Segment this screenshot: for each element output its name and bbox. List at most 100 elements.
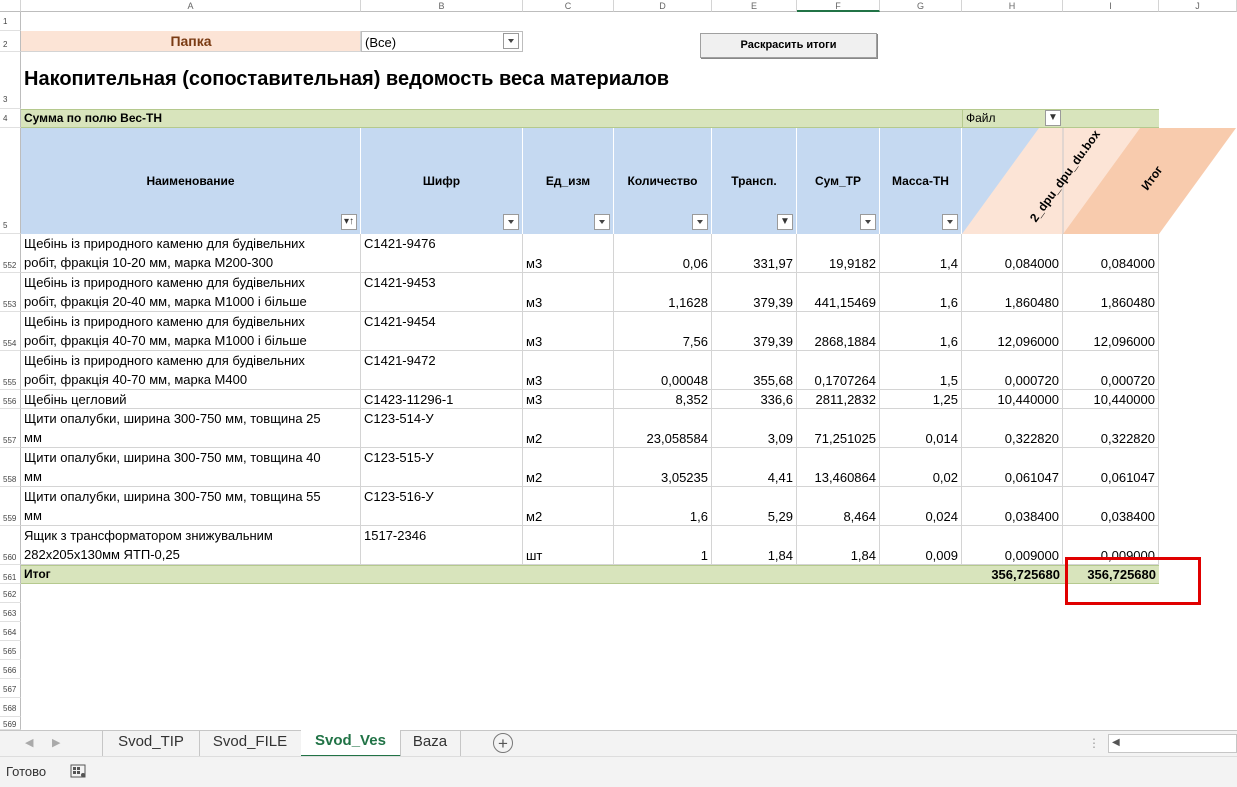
- tab-svod-ves[interactable]: Svod_Ves: [301, 730, 401, 758]
- cell-unit[interactable]: м3: [523, 351, 614, 390]
- cell-unit[interactable]: м3: [523, 312, 614, 351]
- row-header[interactable]: 562: [0, 584, 21, 603]
- row-header[interactable]: 569: [0, 717, 21, 730]
- row-header[interactable]: 4: [0, 109, 21, 128]
- cell-unit[interactable]: м2: [523, 448, 614, 487]
- scroll-left-icon[interactable]: ◀: [1112, 737, 1120, 748]
- cell-qty[interactable]: 7,56: [614, 312, 712, 351]
- row-header[interactable]: 557: [0, 409, 21, 448]
- horizontal-scrollbar[interactable]: ◀: [1108, 734, 1237, 753]
- scroll-tabs-left-icon[interactable]: ◀: [25, 736, 33, 749]
- cell-code[interactable]: С1421-9472: [361, 351, 523, 390]
- col-header-j[interactable]: J: [1159, 0, 1237, 12]
- cell-unit[interactable]: м3: [523, 390, 614, 409]
- cell-name[interactable]: Щити опалубки, ширина 300-750 мм, товщин…: [21, 409, 361, 448]
- cell-mass[interactable]: 0,014: [880, 409, 962, 448]
- col-header-g[interactable]: G: [880, 0, 962, 12]
- quantity-dropdown-button[interactable]: [692, 214, 708, 230]
- cell-tr[interactable]: 336,6: [712, 390, 797, 409]
- row-header[interactable]: 1: [0, 12, 21, 31]
- cell-i[interactable]: 0,038400: [1063, 487, 1159, 526]
- tab-svod-file[interactable]: Svod_FILE: [199, 731, 302, 756]
- transport-filter-icon[interactable]: ▼: [777, 214, 793, 230]
- tab-svod-tip[interactable]: Svod_TIP: [103, 731, 200, 756]
- cell-tr[interactable]: 331,97: [712, 234, 797, 273]
- cell-i[interactable]: 0,061047: [1063, 448, 1159, 487]
- row-header[interactable]: 5: [0, 128, 21, 234]
- row-header[interactable]: 565: [0, 641, 21, 660]
- row-header[interactable]: 566: [0, 660, 21, 679]
- cell-tr[interactable]: 5,29: [712, 487, 797, 526]
- cell-name[interactable]: Ящик з трансформатором знижувальним 282х2…: [21, 526, 361, 565]
- cell-sum[interactable]: 0,1707264: [797, 351, 880, 390]
- cell-unit[interactable]: м3: [523, 234, 614, 273]
- col-header-b[interactable]: B: [361, 0, 523, 12]
- cell-unit[interactable]: м2: [523, 409, 614, 448]
- cell-unit[interactable]: м2: [523, 487, 614, 526]
- cell-h[interactable]: 0,000720: [962, 351, 1063, 390]
- total-value-file[interactable]: 356,725680: [962, 566, 1063, 583]
- row-header[interactable]: 568: [0, 698, 21, 717]
- macro-record-icon[interactable]: [70, 764, 86, 778]
- file-filter-icon[interactable]: ▼: [1045, 110, 1061, 126]
- col-header-e[interactable]: E: [712, 0, 797, 12]
- sort-filter-name-icon[interactable]: ▾↑: [341, 214, 357, 230]
- cell-qty[interactable]: 1,1628: [614, 273, 712, 312]
- cell-h[interactable]: 10,440000: [962, 390, 1063, 409]
- filter-value[interactable]: (Все): [361, 31, 523, 52]
- cell-sum[interactable]: 2811,2832: [797, 390, 880, 409]
- cell-h[interactable]: 12,096000: [962, 312, 1063, 351]
- cell-qty[interactable]: 1: [614, 526, 712, 565]
- row-header[interactable]: 3: [0, 52, 21, 109]
- row-header[interactable]: 2: [0, 31, 21, 52]
- code-dropdown-button[interactable]: [503, 214, 519, 230]
- cell-unit[interactable]: м3: [523, 273, 614, 312]
- cell-i[interactable]: 10,440000: [1063, 390, 1159, 409]
- cell-tr[interactable]: 355,68: [712, 351, 797, 390]
- spreadsheet-grid[interactable]: A B C D E F G H I J 1 2 Папка (Все) Раск…: [0, 0, 1237, 730]
- cell-tr[interactable]: 379,39: [712, 273, 797, 312]
- cell-qty[interactable]: 0,00048: [614, 351, 712, 390]
- cell-sum[interactable]: 8,464: [797, 487, 880, 526]
- tab-baza[interactable]: Baza: [400, 731, 461, 756]
- cell-qty[interactable]: 1,6: [614, 487, 712, 526]
- col-header-i[interactable]: I: [1063, 0, 1159, 12]
- cell-qty[interactable]: 8,352: [614, 390, 712, 409]
- cell-sum[interactable]: 19,9182: [797, 234, 880, 273]
- cell-mass[interactable]: 1,6: [880, 312, 962, 351]
- cell-sum[interactable]: 441,15469: [797, 273, 880, 312]
- cell-sum[interactable]: 1,84: [797, 526, 880, 565]
- color-totals-button[interactable]: Раскрасить итоги: [700, 33, 877, 58]
- cell-code[interactable]: 1517-2346: [361, 526, 523, 565]
- cell-code[interactable]: С123-516-У: [361, 487, 523, 526]
- cell-code[interactable]: С1421-9454: [361, 312, 523, 351]
- col-header-a[interactable]: A: [21, 0, 361, 12]
- cell-i[interactable]: 0,000720: [1063, 351, 1159, 390]
- cell-unit[interactable]: шт: [523, 526, 614, 565]
- add-sheet-icon[interactable]: +: [493, 733, 513, 753]
- cell-sum[interactable]: 2868,1884: [797, 312, 880, 351]
- cell-code[interactable]: С123-515-У: [361, 448, 523, 487]
- cell-mass[interactable]: 1,6: [880, 273, 962, 312]
- cell-mass[interactable]: 0,024: [880, 487, 962, 526]
- row-header[interactable]: 561: [0, 565, 21, 584]
- row-header[interactable]: 559: [0, 487, 21, 526]
- col-header-c[interactable]: C: [523, 0, 614, 12]
- cell-qty[interactable]: 3,05235: [614, 448, 712, 487]
- cell-tr[interactable]: 4,41: [712, 448, 797, 487]
- cell-tr[interactable]: 379,39: [712, 312, 797, 351]
- cell-h[interactable]: 0,322820: [962, 409, 1063, 448]
- row-header[interactable]: 567: [0, 679, 21, 698]
- cell-i[interactable]: 1,860480: [1063, 273, 1159, 312]
- cell-h[interactable]: 0,084000: [962, 234, 1063, 273]
- cell-mass[interactable]: 1,5: [880, 351, 962, 390]
- cell-code[interactable]: С1421-9476: [361, 234, 523, 273]
- row-header[interactable]: 564: [0, 622, 21, 641]
- row-header[interactable]: 555: [0, 351, 21, 390]
- cell-i[interactable]: 12,096000: [1063, 312, 1159, 351]
- scroll-tabs-right-icon[interactable]: ▶: [52, 736, 60, 749]
- cell-sum[interactable]: 13,460864: [797, 448, 880, 487]
- cell-name[interactable]: Щебінь із природного каменю для будівель…: [21, 234, 361, 273]
- mass-dropdown-button[interactable]: [942, 214, 958, 230]
- row-header[interactable]: 556: [0, 390, 21, 409]
